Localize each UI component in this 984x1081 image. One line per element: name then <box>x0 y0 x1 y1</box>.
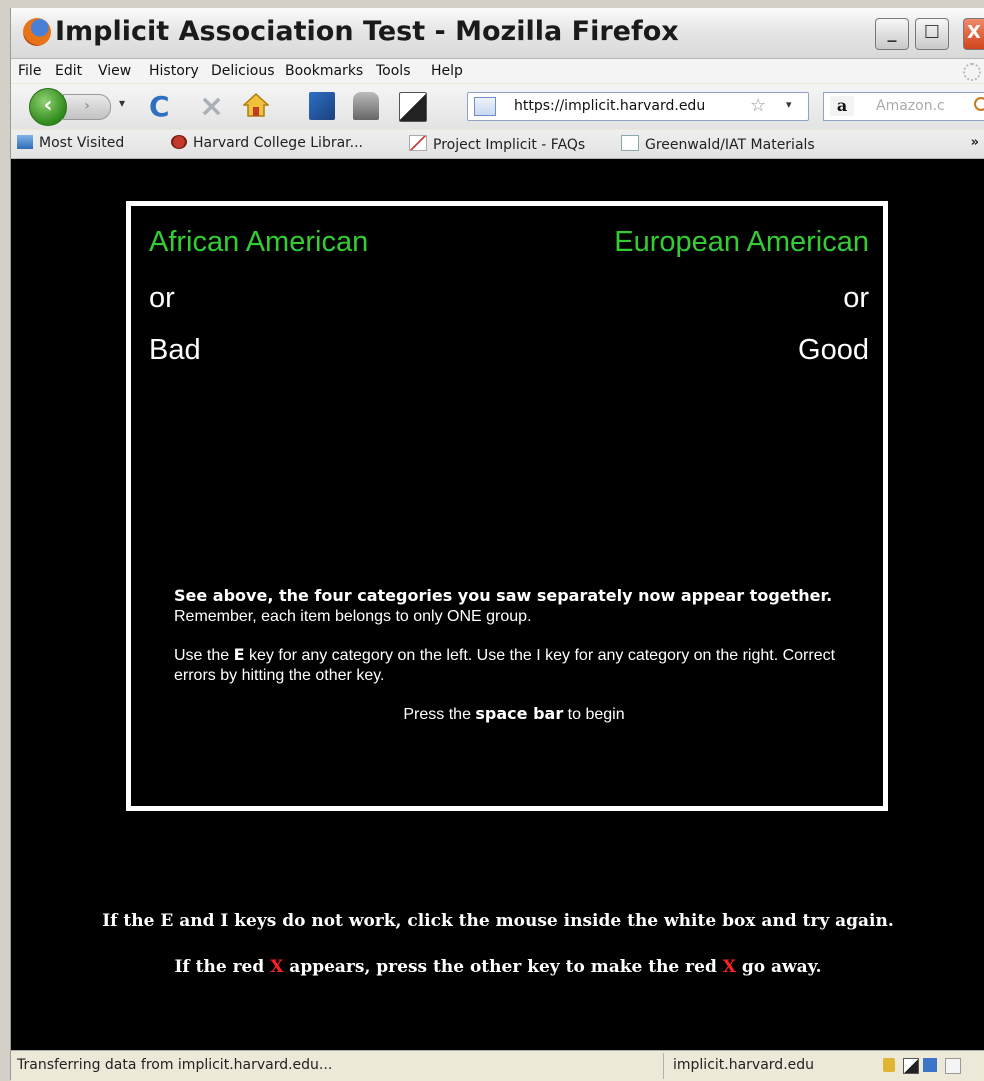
bookmarks-sidebar-icon[interactable] <box>309 92 335 120</box>
search-icon[interactable] <box>974 97 984 111</box>
browser-window: Implicit Association Test - Mozilla Fire… <box>10 8 984 1081</box>
bookmark-project-implicit-faqs[interactable]: Project Implicit - FAQs <box>409 135 585 153</box>
title-bar[interactable]: Implicit Association Test - Mozilla Fire… <box>11 8 984 59</box>
menu-help[interactable]: Help <box>431 63 463 79</box>
instruction-bold-lead: See above, the four categories you saw s… <box>174 586 833 605</box>
close-button[interactable]: X <box>963 18 984 50</box>
bookmarks-toolbar: Most Visited Harvard College Librar... P… <box>11 130 984 159</box>
grid-status-icon[interactable] <box>923 1058 937 1072</box>
bookmarks-overflow-chevron-icon[interactable]: » <box>971 135 979 150</box>
search-input[interactable]: Amazon.c <box>876 98 945 114</box>
instruction-paragraph-2: Use the E key for any category on the le… <box>174 645 836 684</box>
iat-box[interactable]: African American or Bad European America… <box>126 201 888 811</box>
page-content: African American or Bad European America… <box>11 159 984 1050</box>
menu-edit[interactable]: Edit <box>55 63 82 79</box>
window-title: Implicit Association Test - Mozilla Fire… <box>55 16 679 47</box>
history-dropdown-icon[interactable]: ▾ <box>119 96 125 110</box>
footer-help-line-2: If the red X appears, press the other ke… <box>174 957 822 977</box>
home-icon[interactable] <box>243 92 269 118</box>
address-bar[interactable]: https://implicit.harvard.edu ☆ ▾ <box>467 92 809 121</box>
url-dropdown-icon[interactable]: ▾ <box>786 98 792 111</box>
left-category-top: African American <box>149 226 369 258</box>
maximize-button[interactable]: ☐ <box>915 18 949 50</box>
firefox-logo-icon <box>23 18 51 46</box>
amazon-icon[interactable]: a <box>830 96 854 116</box>
red-x-icon: X <box>270 957 284 977</box>
menu-file[interactable]: File <box>18 63 41 79</box>
left-category-or: or <box>149 282 175 314</box>
press-space-instruction: Press the space bar to begin <box>403 704 625 723</box>
status-bar: Transferring data from implicit.harvard.… <box>11 1050 984 1081</box>
screen-status-icon[interactable] <box>903 1058 919 1074</box>
left-category-bottom: Bad <box>149 334 201 366</box>
minimize-button[interactable]: _ <box>875 18 909 50</box>
menu-bar: File Edit View History Delicious Bookmar… <box>11 59 984 83</box>
status-text: Transferring data from implicit.harvard.… <box>17 1057 333 1073</box>
navigation-toolbar: › ‹ ▾ C × https://implicit.harvard.edu ☆… <box>11 84 984 129</box>
menu-delicious[interactable]: Delicious <box>211 63 275 79</box>
status-divider <box>663 1053 664 1079</box>
tag-icon[interactable] <box>353 92 379 120</box>
instructions: See above, the four categories you saw s… <box>174 586 854 743</box>
site-identity-icon[interactable] <box>474 97 496 116</box>
bookmark-most-visited[interactable]: Most Visited <box>17 135 124 151</box>
lock-icon[interactable] <box>883 1058 895 1072</box>
red-x-icon: X <box>722 957 736 977</box>
screen-icon[interactable] <box>399 92 427 122</box>
back-button[interactable]: ‹ <box>29 88 67 126</box>
search-box[interactable]: a Amazon.c <box>823 92 984 121</box>
bookmark-star-icon[interactable]: ☆ <box>750 95 766 116</box>
instruction-paragraph-1: See above, the four categories you saw s… <box>174 586 833 625</box>
bookmark-greenwald-iat[interactable]: Greenwald/IAT Materials <box>621 135 815 153</box>
forward-button[interactable]: › <box>63 94 111 120</box>
mail-icon[interactable] <box>945 1058 961 1074</box>
harvard-icon <box>171 135 187 149</box>
bookmark-harvard-library[interactable]: Harvard College Librar... <box>171 135 363 151</box>
footer-help-line-1: If the E and I keys do not work, click t… <box>102 911 894 931</box>
menu-history[interactable]: History <box>149 63 199 79</box>
reload-icon[interactable]: C <box>149 90 170 123</box>
right-category-or: or <box>843 282 869 314</box>
url-text[interactable]: https://implicit.harvard.edu <box>514 98 746 114</box>
space-bar-label: space bar <box>475 704 564 723</box>
right-category-bottom: Good <box>798 334 869 366</box>
right-category-top: European American <box>614 226 869 258</box>
menu-bookmarks[interactable]: Bookmarks <box>285 63 363 79</box>
throbber-icon <box>963 63 981 81</box>
document-icon <box>621 135 639 151</box>
folder-icon <box>17 135 33 149</box>
stop-icon[interactable]: × <box>199 89 224 124</box>
page-icon <box>409 135 427 151</box>
menu-view[interactable]: View <box>98 63 131 79</box>
e-key-label: E <box>233 645 245 664</box>
status-domain[interactable]: implicit.harvard.edu <box>673 1057 814 1073</box>
menu-tools[interactable]: Tools <box>376 63 411 79</box>
